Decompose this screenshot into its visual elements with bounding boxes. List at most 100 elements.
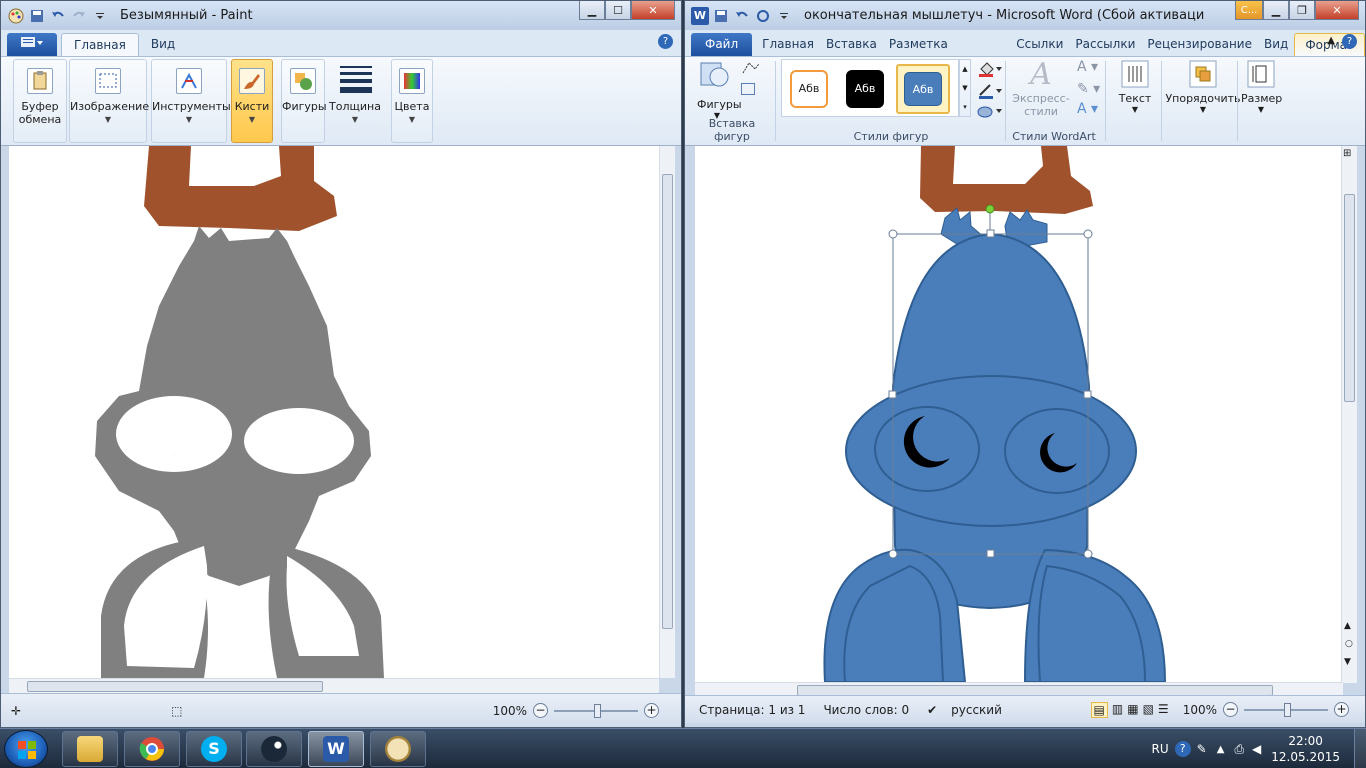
close-button[interactable]: ✕ xyxy=(1315,1,1359,20)
quick-styles-button[interactable]: A Экспресс-стили xyxy=(1011,57,1071,127)
shape-style-2[interactable]: Абв xyxy=(846,70,884,108)
help-icon[interactable]: ? xyxy=(658,34,673,49)
tab-insert[interactable]: Вставка xyxy=(820,33,883,56)
keyboard-icon[interactable]: ✎ xyxy=(1197,742,1207,756)
tab-page-layout[interactable]: Разметка страницы xyxy=(883,33,1010,74)
zoom-in-button[interactable]: + xyxy=(1334,702,1349,717)
brushes-group[interactable]: Кисти ▼ xyxy=(231,59,273,143)
start-button[interactable] xyxy=(4,730,48,768)
text-outline-icon[interactable]: ✎ ▾ xyxy=(1077,81,1100,97)
save-icon[interactable] xyxy=(28,7,46,25)
taskbar-paint[interactable] xyxy=(370,731,426,767)
undo-icon[interactable] xyxy=(733,7,751,25)
shape-outline-icon[interactable] xyxy=(977,81,1003,102)
shapes-group[interactable]: Фигуры xyxy=(281,59,327,143)
maximize-button[interactable]: ☐ xyxy=(605,1,631,20)
paint-horizontal-scrollbar[interactable] xyxy=(9,678,659,694)
paint-app-menu-button[interactable] xyxy=(7,33,57,56)
undo-icon[interactable] xyxy=(49,7,67,25)
zoom-out-button[interactable]: − xyxy=(533,703,548,718)
full-screen-reading-icon[interactable]: ▥ xyxy=(1112,702,1123,718)
paint-vertical-scrollbar[interactable] xyxy=(659,146,675,678)
browse-object-icon[interactable]: ○ xyxy=(1345,639,1353,649)
zoom-slider-knob[interactable] xyxy=(1284,702,1291,717)
zoom-slider[interactable] xyxy=(554,703,638,718)
show-desktop-button[interactable] xyxy=(1354,729,1366,768)
language[interactable]: русский xyxy=(951,703,1002,717)
maximize-button[interactable]: ❐ xyxy=(1289,1,1315,20)
size-button[interactable]: Размер ▼ xyxy=(1241,59,1282,114)
paint-canvas[interactable] xyxy=(9,146,675,678)
scroll-thumb[interactable] xyxy=(27,681,323,692)
zoom-in-button[interactable]: + xyxy=(644,703,659,718)
paint-app-icon[interactable] xyxy=(7,7,25,25)
taskbar-skype[interactable]: S xyxy=(186,731,242,767)
show-hidden-icons-icon[interactable]: ▲ xyxy=(1217,744,1225,755)
zoom-slider[interactable] xyxy=(1244,702,1328,717)
proofing-icon[interactable]: ✔ xyxy=(927,703,937,717)
shape-effects-icon[interactable] xyxy=(977,103,1003,122)
scroll-thumb[interactable] xyxy=(1344,194,1355,402)
word-count[interactable]: Число слов: 0 xyxy=(823,703,909,717)
web-layout-icon[interactable]: ▦ xyxy=(1127,702,1138,718)
tab-mailings[interactable]: Рассылки xyxy=(1069,33,1141,56)
minimize-ribbon-icon[interactable]: ▲ xyxy=(1327,35,1335,46)
volume-icon[interactable]: ◀ xyxy=(1252,742,1261,756)
rotation-handle[interactable] xyxy=(985,204,995,214)
gallery-scroll[interactable]: ▲ ▼ ▾ xyxy=(959,59,971,117)
tab-view[interactable]: Вид xyxy=(1258,33,1294,56)
next-page-icon[interactable]: ▼ xyxy=(1344,657,1351,667)
text-effects-icon[interactable]: A ▾ xyxy=(1077,101,1098,117)
help-icon[interactable]: ? xyxy=(1174,741,1191,757)
text-box-icon[interactable] xyxy=(741,83,755,95)
clipboard-group[interactable]: Буфер обмена xyxy=(13,59,67,143)
tab-file[interactable]: Файл xyxy=(691,33,753,56)
redo-icon[interactable] xyxy=(754,7,772,25)
shape-styles-gallery[interactable]: Абв Абв Абв xyxy=(781,59,959,117)
tab-home[interactable]: Главная xyxy=(756,33,820,56)
print-layout-icon[interactable]: ▤ xyxy=(1090,701,1108,718)
zoom-out-button[interactable]: − xyxy=(1223,702,1238,717)
previous-page-icon[interactable]: ▲ xyxy=(1344,621,1351,631)
customize-qat-icon[interactable] xyxy=(775,7,793,25)
zoom-level[interactable]: 100% xyxy=(1183,703,1217,717)
word-titlebar[interactable]: W окончательная мышлетуч - Microsoft Wor… xyxy=(685,1,1365,30)
arrange-button[interactable]: Упорядочить ▼ xyxy=(1165,59,1241,114)
edit-shape-icon[interactable] xyxy=(741,61,761,78)
shape-fill-icon[interactable] xyxy=(977,59,1003,80)
tab-home[interactable]: Главная xyxy=(61,33,139,56)
paint-titlebar[interactable]: Безымянный - Paint ▁ ☐ ✕ xyxy=(1,1,681,30)
tab-references[interactable]: Ссылки xyxy=(1010,33,1069,56)
view-buttons[interactable]: ▤ ▥ ▦ ▧ ☰ xyxy=(1090,701,1169,718)
scroll-thumb[interactable] xyxy=(662,174,673,629)
view-ruler-icon[interactable]: ⊞ xyxy=(1343,148,1351,159)
draft-icon[interactable]: ☰ xyxy=(1158,702,1169,718)
tab-view[interactable]: Вид xyxy=(139,33,187,56)
shape-style-1[interactable]: Абв xyxy=(790,70,828,108)
taskbar-steam[interactable] xyxy=(246,731,302,767)
word-vertical-scrollbar[interactable]: ⊞ ▲ ○ ▼ xyxy=(1341,146,1357,683)
page-count[interactable]: Страница: 1 из 1 xyxy=(699,703,805,717)
outline-icon[interactable]: ▧ xyxy=(1143,702,1154,718)
text-fill-icon[interactable]: A ▾ xyxy=(1077,59,1098,75)
shapes-button[interactable]: Фигуры ▼ xyxy=(697,59,742,120)
zoom-slider-knob[interactable] xyxy=(594,703,601,718)
minimize-button[interactable]: ▁ xyxy=(579,1,605,20)
size-group[interactable]: Толщина ▼ xyxy=(327,59,383,143)
shape-style-3-selected[interactable]: Абв xyxy=(896,64,950,114)
save-icon[interactable] xyxy=(712,7,730,25)
clock[interactable]: 22:00 12.05.2015 xyxy=(1271,733,1340,765)
redo-icon[interactable] xyxy=(70,7,88,25)
colors-group[interactable]: Цвета ▼ xyxy=(391,59,433,143)
customize-qat-icon[interactable] xyxy=(91,7,109,25)
taskbar-chrome[interactable] xyxy=(124,731,180,767)
word-document-page[interactable] xyxy=(695,146,1343,682)
help-icon[interactable]: ? xyxy=(1342,34,1357,49)
tools-group[interactable]: Инструменты ▼ xyxy=(151,59,231,143)
image-group[interactable]: Изображение ▼ xyxy=(69,59,149,143)
word-app-icon[interactable]: W xyxy=(691,6,709,25)
taskbar-explorer[interactable] xyxy=(62,731,118,767)
tab-review[interactable]: Рецензирование xyxy=(1141,33,1258,56)
text-button[interactable]: Текст ▼ xyxy=(1113,59,1157,114)
close-button[interactable]: ✕ xyxy=(631,1,675,20)
